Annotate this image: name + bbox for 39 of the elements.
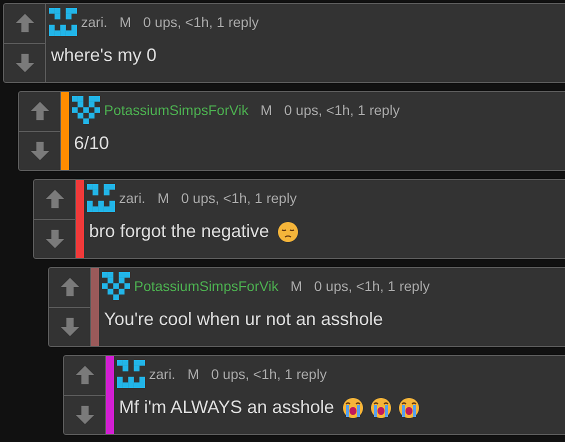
upvote-arrow-icon bbox=[14, 12, 36, 34]
pensive-face-icon bbox=[277, 220, 300, 242]
crying-face-icon bbox=[342, 396, 364, 418]
comment-meta: 0 ups, <1h, 1 reply bbox=[143, 12, 259, 32]
pixel-avatar-icon bbox=[117, 360, 145, 388]
comment-text: where's my 0 bbox=[51, 44, 156, 67]
crying-face-icon bbox=[370, 396, 392, 418]
pixel-avatar-icon bbox=[49, 8, 77, 36]
downvote-arrow-icon bbox=[74, 404, 96, 426]
comment-meta: 0 ups, <1h, 1 reply bbox=[314, 276, 430, 296]
downvote-arrow-icon bbox=[44, 228, 66, 250]
downvote-arrow-icon bbox=[14, 52, 36, 74]
username[interactable]: zari. bbox=[119, 188, 146, 208]
upvote-arrow-icon bbox=[58, 276, 80, 298]
comment-meta: 0 ups, <1h, 1 reply bbox=[181, 188, 297, 208]
comment-meta: 0 ups, <1h, 1 reply bbox=[211, 364, 327, 384]
username[interactable]: PotassiumSimpsForVik bbox=[134, 276, 278, 296]
upvote-arrow-icon bbox=[44, 188, 66, 210]
upvote-arrow-icon bbox=[74, 364, 96, 386]
pixel-avatar-icon bbox=[102, 272, 130, 300]
user-gender-label: M bbox=[119, 12, 132, 32]
user-gender-label: M bbox=[290, 276, 302, 296]
comment-text: You're cool when ur not an asshole bbox=[104, 308, 383, 331]
comment-text: Mf i'm ALWAYS an asshole bbox=[119, 396, 334, 419]
downvote-arrow-icon bbox=[28, 140, 50, 162]
comment-meta: 0 ups, <1h, 1 reply bbox=[284, 100, 400, 120]
crying-face-icon bbox=[398, 396, 420, 418]
user-gender-label: M bbox=[260, 100, 272, 120]
pixel-avatar-icon bbox=[72, 96, 100, 124]
upvote-arrow-icon bbox=[28, 100, 50, 122]
comment-text: bro forgot the negative bbox=[89, 220, 270, 243]
user-gender-label: M bbox=[187, 364, 200, 384]
comment-text: 6/10 bbox=[74, 132, 110, 155]
pixel-avatar-icon bbox=[87, 184, 115, 212]
username[interactable]: PotassiumSimpsForVik bbox=[104, 100, 248, 120]
username[interactable]: zari. bbox=[81, 12, 108, 32]
username[interactable]: zari. bbox=[149, 364, 176, 384]
user-gender-label: M bbox=[157, 188, 170, 208]
downvote-arrow-icon bbox=[58, 316, 80, 338]
